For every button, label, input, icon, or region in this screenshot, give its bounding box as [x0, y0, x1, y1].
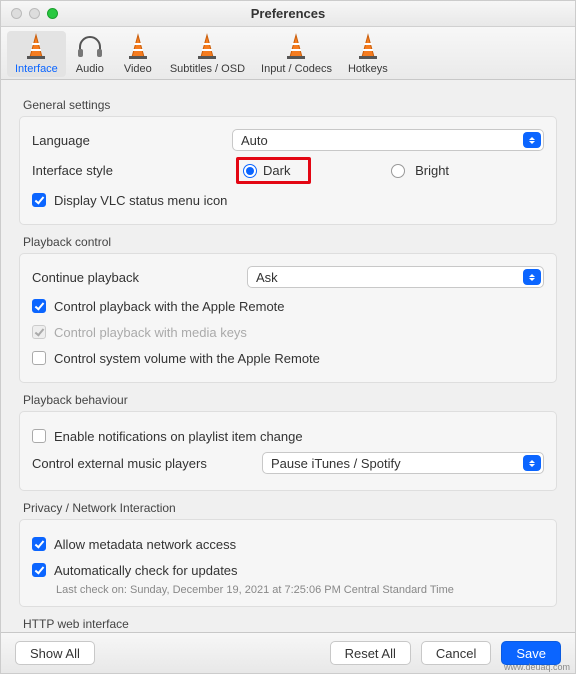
checkbox-updates[interactable]	[32, 563, 46, 577]
checkbox-media-keys-label: Control playback with media keys	[54, 325, 247, 340]
section-playback-control: Playback control	[23, 235, 557, 249]
checkbox-metadata[interactable]	[32, 537, 46, 551]
tab-label: Input / Codecs	[261, 63, 332, 75]
chevron-updown-icon	[523, 455, 541, 471]
continue-playback-label: Continue playback	[32, 270, 247, 285]
checkbox-updates-label: Automatically check for updates	[54, 563, 238, 578]
tab-video[interactable]: Video	[114, 31, 162, 77]
checkbox-notifications[interactable]	[32, 429, 46, 443]
external-players-value: Pause iTunes / Spotify	[271, 456, 401, 471]
section-playback-behaviour: Playback behaviour	[23, 393, 557, 407]
checkbox-apple-remote[interactable]	[32, 299, 46, 313]
window-title: Preferences	[1, 6, 575, 21]
language-label: Language	[32, 133, 232, 148]
checkbox-apple-remote-label: Control playback with the Apple Remote	[54, 299, 285, 314]
radio-bright-label: Bright	[415, 163, 449, 178]
radio-dark-label: Dark	[263, 163, 290, 178]
headphones-icon	[74, 33, 106, 61]
panel-privacy: Allow metadata network access Automatica…	[19, 519, 557, 607]
checkbox-metadata-label: Allow metadata network access	[54, 537, 236, 552]
show-all-label: Show All	[30, 646, 80, 661]
cancel-label: Cancel	[436, 646, 476, 661]
panel-general: Language Auto Interface style Dark Brigh…	[19, 116, 557, 225]
cone-icon	[352, 33, 384, 61]
titlebar: Preferences	[1, 1, 575, 27]
preferences-toolbar: Interface Audio Video Subtitles / OSD In…	[1, 27, 575, 80]
cone-icon	[122, 33, 154, 61]
radio-bright[interactable]	[391, 164, 405, 178]
last-check-text: Last check on: Sunday, December 19, 2021…	[56, 584, 544, 596]
show-all-button[interactable]: Show All	[15, 641, 95, 665]
continue-playback-select[interactable]: Ask	[247, 266, 544, 288]
checkbox-display-status-menu[interactable]	[32, 193, 46, 207]
tab-audio[interactable]: Audio	[66, 31, 114, 77]
checkbox-notifications-label: Enable notifications on playlist item ch…	[54, 429, 303, 444]
continue-playback-value: Ask	[256, 270, 278, 285]
save-label: Save	[516, 646, 546, 661]
footer: Show All Reset All Cancel Save	[1, 632, 575, 673]
checkbox-system-volume-label: Control system volume with the Apple Rem…	[54, 351, 320, 366]
tab-subtitles[interactable]: Subtitles / OSD	[162, 31, 253, 77]
language-select[interactable]: Auto	[232, 129, 544, 151]
section-privacy: Privacy / Network Interaction	[23, 501, 557, 515]
external-players-select[interactable]: Pause iTunes / Spotify	[262, 452, 544, 474]
tab-input-codecs[interactable]: Input / Codecs	[253, 31, 340, 77]
panel-playback-control: Continue playback Ask Control playback w…	[19, 253, 557, 383]
tab-hotkeys[interactable]: Hotkeys	[340, 31, 396, 77]
tab-label: Hotkeys	[348, 63, 388, 75]
chevron-updown-icon	[523, 132, 541, 148]
checkbox-media-keys	[32, 325, 46, 339]
cone-icon	[280, 33, 312, 61]
external-players-label: Control external music players	[32, 456, 262, 471]
cone-icon	[191, 33, 223, 61]
content-area: General settings Language Auto Interface…	[1, 80, 575, 632]
radio-dark[interactable]	[243, 164, 257, 178]
cancel-button[interactable]: Cancel	[421, 641, 491, 665]
tab-label: Subtitles / OSD	[170, 63, 245, 75]
reset-all-label: Reset All	[345, 646, 396, 661]
interface-style-label: Interface style	[32, 163, 232, 178]
tab-label: Video	[124, 63, 152, 75]
section-general-settings: General settings	[23, 98, 557, 112]
tab-interface[interactable]: Interface	[7, 31, 66, 77]
checkbox-display-status-menu-label: Display VLC status menu icon	[54, 193, 227, 208]
cone-icon	[20, 33, 52, 61]
chevron-updown-icon	[523, 269, 541, 285]
checkbox-system-volume[interactable]	[32, 351, 46, 365]
dark-radio-highlight: Dark	[236, 157, 311, 184]
watermark: www.deuaq.com	[504, 662, 570, 672]
tab-label: Audio	[76, 63, 104, 75]
tab-label: Interface	[15, 63, 58, 75]
reset-all-button[interactable]: Reset All	[330, 641, 411, 665]
section-http: HTTP web interface	[23, 617, 557, 631]
language-value: Auto	[241, 133, 268, 148]
panel-playback-behaviour: Enable notifications on playlist item ch…	[19, 411, 557, 491]
